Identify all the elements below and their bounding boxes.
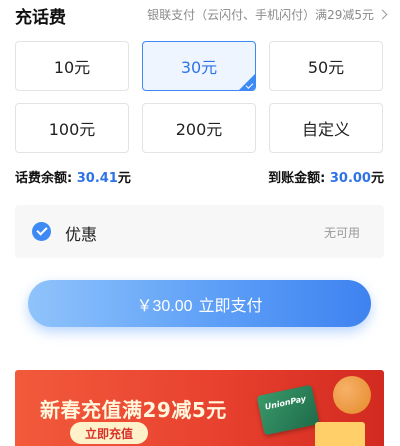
balance-row: 话费余额: 30.41元 到账金额: 30.00元 xyxy=(15,167,384,187)
card-text: UnionPay xyxy=(263,394,307,412)
amount-option-200[interactable]: 200元 xyxy=(142,103,256,153)
pay-amount: ￥30.00 xyxy=(136,297,193,315)
amount-label: 30元 xyxy=(180,58,218,77)
arrival-amount: 到账金额: 30.00元 xyxy=(268,167,384,186)
discount-label: 优惠 xyxy=(65,225,98,244)
arrival-unit: 元 xyxy=(370,171,384,186)
chevron-right-icon xyxy=(377,9,388,20)
amount-option-30[interactable]: 30元 xyxy=(142,41,256,91)
promo-banner[interactable]: 新春充值满29减5元 立即充值 UnionPay xyxy=(15,370,384,446)
phone-balance: 话费余额: 30.41元 xyxy=(15,167,131,186)
amount-option-50[interactable]: 50元 xyxy=(269,41,383,91)
arrival-label: 到账金额: xyxy=(268,171,330,186)
amount-option-custom[interactable]: 自定义 xyxy=(269,103,383,153)
page-title: 充话费 xyxy=(15,8,66,28)
amount-label: 自定义 xyxy=(301,120,350,139)
header: 充话费 银联支付（云闪付、手机闪付）满29减5元 xyxy=(0,0,400,30)
amount-label: 100元 xyxy=(48,120,96,139)
amount-grid: 10元 30元 50元 100元 200元 自定义 xyxy=(15,41,384,153)
gift-icon xyxy=(315,422,365,446)
pay-button[interactable]: ￥30.00 立即支付 xyxy=(28,280,371,327)
amount-label: 10元 xyxy=(53,58,91,77)
amount-option-10[interactable]: 10元 xyxy=(15,41,129,91)
discount-status: 无可用 xyxy=(323,226,360,240)
amount-label: 200元 xyxy=(175,120,223,139)
banner-title: 新春充值满29减5元 xyxy=(40,398,227,422)
coin-icon xyxy=(333,376,371,414)
amount-label: 50元 xyxy=(307,58,345,77)
amount-option-100[interactable]: 100元 xyxy=(15,103,129,153)
check-circle-icon[interactable] xyxy=(32,222,51,241)
pay-label: 立即支付 xyxy=(198,297,263,315)
promo-link[interactable]: 银联支付（云闪付、手机闪付）满29减5元 xyxy=(147,6,388,23)
balance-label: 话费余额: xyxy=(15,171,77,186)
promo-text: 银联支付（云闪付、手机闪付）满29减5元 xyxy=(147,8,374,22)
unionpay-card-icon: UnionPay xyxy=(256,384,320,436)
balance-unit: 元 xyxy=(117,171,131,186)
arrival-value: 30.00 xyxy=(329,171,371,186)
balance-value: 30.41 xyxy=(76,171,118,186)
recharge-now-button[interactable]: 立即充值 xyxy=(70,422,148,444)
discount-row[interactable]: 优惠 无可用 xyxy=(15,205,384,258)
